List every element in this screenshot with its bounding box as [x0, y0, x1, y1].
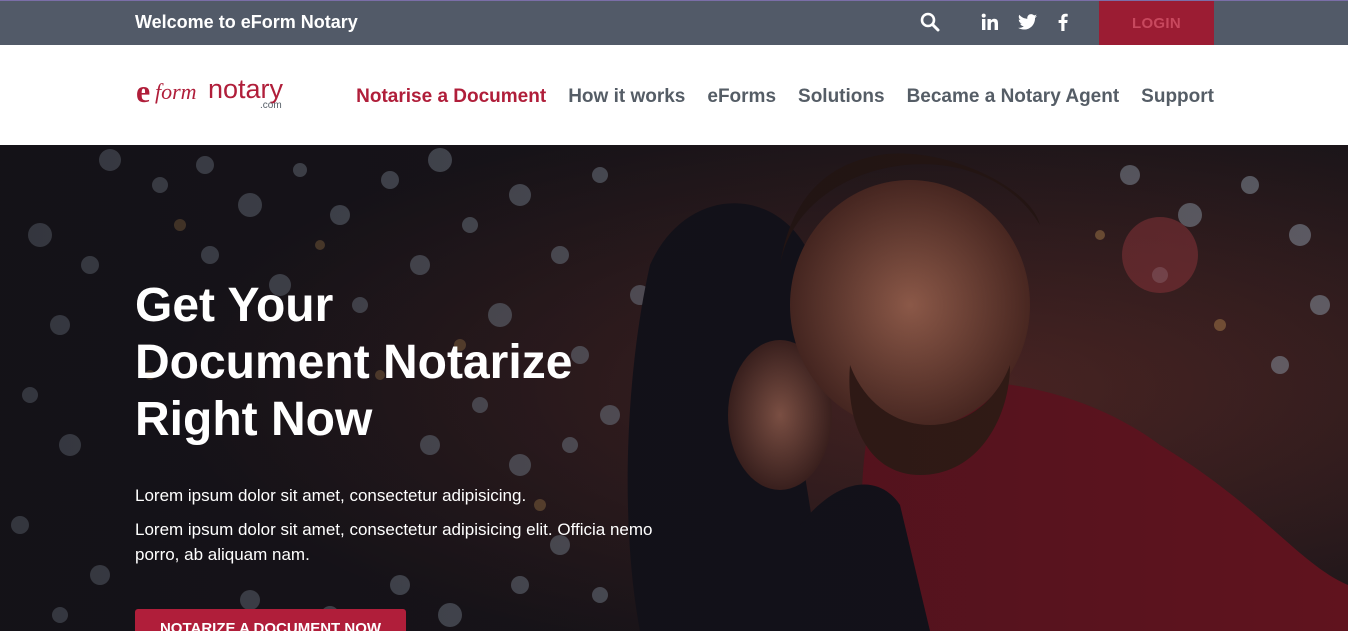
top-bar: Welcome to eForm Notary LOGIN — [0, 0, 1348, 45]
nav-item-become-notary-agent[interactable]: Became a Notary Agent — [907, 86, 1120, 108]
twitter-icon[interactable] — [1016, 11, 1038, 33]
hero-title-line: Document Notarize — [135, 336, 573, 389]
logo-e: e — [136, 75, 150, 109]
hero-section: Get Your Document Notarize Right Now Lor… — [0, 145, 1348, 631]
hero-paragraph-2: Lorem ipsum dolor sit amet, consectetur … — [135, 520, 653, 564]
hero-paragraph-1: Lorem ipsum dolor sit amet, consectetur … — [135, 486, 527, 505]
main-nav: Notarise a Document How it works eForms … — [356, 86, 1214, 108]
nav-item-support[interactable]: Support — [1141, 86, 1214, 108]
nav-item-solutions[interactable]: Solutions — [798, 86, 885, 108]
nav-item-how-it-works[interactable]: How it works — [568, 86, 685, 108]
login-button[interactable]: LOGIN — [1099, 1, 1214, 45]
nav-item-eforms[interactable]: eForms — [707, 86, 776, 108]
welcome-text: Welcome to eForm Notary — [135, 12, 358, 32]
logo-com: .com — [260, 100, 282, 111]
hero-title-line: Right Now — [135, 393, 373, 446]
notarize-document-now-button[interactable]: NOTARIZE A DOCUMENT NOW — [135, 609, 406, 631]
eformnotary-logo[interactable]: e form notary .com — [136, 73, 308, 115]
main-header: e form notary .com Notarise a Document H… — [0, 45, 1348, 145]
facebook-icon[interactable] — [1052, 11, 1074, 33]
search-icon[interactable] — [919, 11, 941, 33]
linkedin-icon[interactable] — [979, 11, 1001, 33]
hero-title-line: Get Your — [135, 279, 334, 332]
hero-title: Get Your Document Notarize Right Now — [135, 277, 695, 448]
logo-form: form — [155, 79, 197, 104]
nav-item-notarise-document[interactable]: Notarise a Document — [356, 86, 546, 108]
